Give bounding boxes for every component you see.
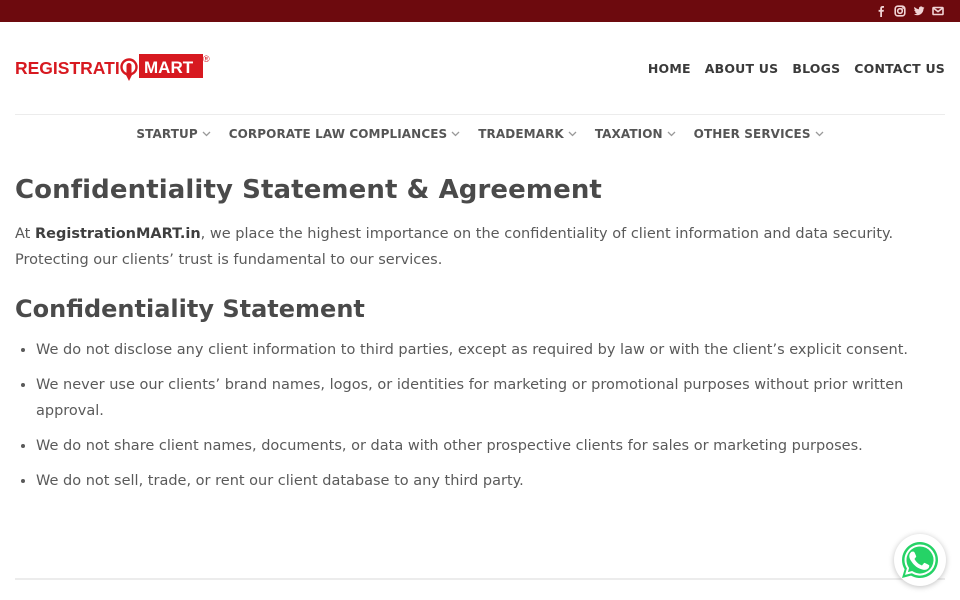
nav-blogs[interactable]: BLOGS: [792, 61, 840, 76]
intro-prefix: At: [15, 226, 35, 242]
menu-other-services-label: OTHER SERVICES: [693, 126, 811, 141]
menu-startup[interactable]: STARTUP: [136, 126, 211, 141]
menu-trademark[interactable]: TRADEMARK: [478, 127, 577, 141]
nav-about-us[interactable]: ABOUT US: [705, 61, 779, 76]
menu-taxation-label: TAXATION: [594, 126, 663, 141]
menu-taxation[interactable]: TAXATION: [595, 127, 676, 141]
email-icon[interactable]: [932, 5, 944, 17]
services-nav: STARTUP CORPORATE LAW COMPLIANCES TRADEM…: [0, 115, 960, 152]
site-logo[interactable]: REGISTRATI MART ®: [15, 53, 211, 83]
content-divider: [15, 578, 945, 580]
whatsapp-chat-button[interactable]: [894, 534, 946, 586]
site-header: REGISTRATI MART ® HOME ABOUT US BLOGS CO…: [0, 22, 960, 114]
whatsapp-icon: [902, 542, 938, 578]
list-item: We do not share client names, documents,…: [36, 433, 945, 459]
twitter-icon[interactable]: [913, 5, 925, 17]
main-nav: HOME ABOUT US BLOGS CONTACT US: [648, 61, 945, 76]
list-item: We do not sell, trade, or rent our clien…: [36, 468, 945, 494]
menu-corporate-law[interactable]: CORPORATE LAW COMPLIANCES: [229, 127, 461, 141]
logo-text-left: REGISTRATI: [15, 58, 120, 78]
instagram-icon[interactable]: [894, 5, 906, 17]
list-item: We do not disclose any client informatio…: [36, 337, 945, 363]
menu-other-services[interactable]: OTHER SERVICES: [694, 127, 824, 141]
logo-text-right: MART: [144, 58, 194, 77]
chevron-down-icon: [667, 131, 676, 137]
page-title: Confidentiality Statement & Agreement: [15, 175, 602, 205]
logo-registered-mark: ®: [203, 54, 210, 64]
chevron-down-icon: [568, 131, 577, 137]
statement-list: We do not disclose any client informatio…: [15, 337, 945, 494]
menu-startup-label: STARTUP: [136, 126, 198, 141]
page-content: Confidentiality Statement & Agreement At…: [0, 175, 960, 494]
nav-contact-us[interactable]: CONTACT US: [854, 61, 945, 76]
menu-trademark-label: TRADEMARK: [478, 126, 564, 141]
nav-home[interactable]: HOME: [648, 61, 691, 76]
top-bar: [0, 0, 960, 22]
chevron-down-icon: [815, 131, 824, 137]
list-item: We never use our clients’ brand names, l…: [36, 372, 945, 424]
section-heading: Confidentiality Statement: [15, 295, 365, 323]
intro-paragraph: At RegistrationMART.in, we place the hig…: [15, 221, 945, 273]
facebook-icon[interactable]: [875, 5, 887, 17]
chevron-down-icon: [451, 131, 460, 137]
logo-pin-icon: [120, 58, 138, 81]
intro-brand: RegistrationMART.in: [34, 226, 201, 242]
menu-corporate-law-label: CORPORATE LAW COMPLIANCES: [228, 126, 448, 141]
chevron-down-icon: [202, 131, 211, 137]
